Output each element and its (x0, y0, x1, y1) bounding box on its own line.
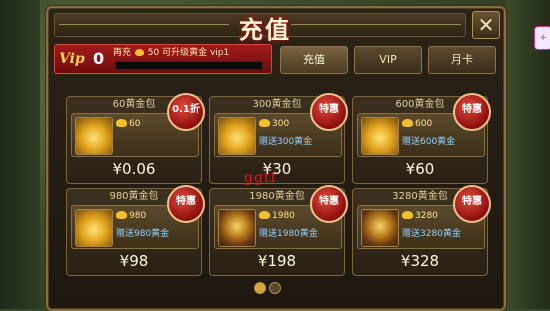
package-bonus: 赠送300黄金 (259, 137, 313, 147)
package-price: ¥98 (119, 252, 149, 270)
package-price: ¥328 (400, 252, 440, 270)
side-menu-badge[interactable]: + (534, 26, 550, 50)
package-amount: 600 (402, 118, 432, 130)
background-left-edge (0, 0, 40, 309)
package-price: ¥30 (262, 160, 292, 178)
package-amount: 60 (116, 118, 140, 130)
package-price: ¥0.06 (112, 160, 156, 178)
package-card-300[interactable]: 300黄金包 300 赠送300黄金 ¥30 特惠 (209, 93, 348, 184)
tab-monthly-card[interactable]: 月卡 (428, 46, 496, 74)
dialog-title: 充值 (239, 15, 291, 44)
gold-icon (134, 49, 144, 56)
vip-level: 0 (93, 49, 105, 68)
vip-info-suffix: 可升级黄金 vip1 (162, 48, 230, 58)
package-bonus: 赠送600黄金 (402, 137, 456, 147)
vip-upgrade-info: 再充 50 可升级黄金 vip1 (113, 47, 229, 59)
recharge-dialog: 充值 ✕ Vip 0 再充 50 可升级黄金 vip1 充值 VIP 月卡 60… (46, 6, 506, 311)
page-dot-2[interactable] (269, 282, 281, 294)
tab-vip[interactable]: VIP (354, 46, 422, 74)
tab-recharge[interactable]: 充值 (280, 46, 348, 74)
package-amount: 3280 (402, 210, 438, 222)
package-card-3280[interactable]: 3280黄金包 3280 赠送3280黄金 ¥328 特惠 (352, 185, 491, 276)
vip-badge: Vip (59, 51, 85, 67)
header-ornament-right (291, 24, 461, 25)
special-offer-ribbon: 特惠 (310, 93, 348, 131)
watermark-text: ggtf (244, 170, 277, 186)
package-amount: 1980 (259, 210, 295, 222)
gold-ingot-heap-icon (75, 209, 113, 247)
dialog-header: 充值 (54, 13, 466, 44)
package-price: ¥198 (257, 252, 297, 270)
package-bonus: 赠送1980黄金 (259, 229, 318, 239)
vip-status-panel: Vip 0 再充 50 可升级黄金 vip1 (54, 44, 272, 74)
package-amount: 300 (259, 118, 289, 130)
package-card-980[interactable]: 980黄金包 980 赠送980黄金 ¥98 特惠 (66, 185, 205, 276)
special-offer-ribbon: 特惠 (310, 185, 348, 223)
gold-ingot-pile-icon (218, 117, 256, 155)
gold-ingot-pile-icon (361, 117, 399, 155)
package-card-60[interactable]: 60黄金包 60 ¥0.06 0.1折 (66, 93, 205, 184)
package-amount: 980 (116, 210, 146, 222)
close-button[interactable]: ✕ (472, 11, 500, 39)
discount-ribbon: 0.1折 (167, 93, 205, 131)
vip-info-amount: 50 (147, 48, 160, 58)
treasure-chest-icon (361, 209, 399, 247)
special-offer-ribbon: 特惠 (453, 93, 491, 131)
treasure-bag-icon (218, 209, 256, 247)
vip-progress-bar (115, 61, 263, 70)
package-price: ¥60 (405, 160, 435, 178)
package-card-600[interactable]: 600黄金包 600 赠送600黄金 ¥60 特惠 (352, 93, 491, 184)
special-offer-ribbon: 特惠 (453, 185, 491, 223)
gold-ingot-small-icon (75, 117, 113, 155)
header-ornament-left (59, 24, 229, 25)
vip-info-prefix: 再充 (113, 48, 132, 58)
page-dot-1[interactable] (254, 282, 266, 294)
package-card-1980[interactable]: 1980黄金包 1980 赠送1980黄金 ¥198 特惠 (209, 185, 348, 276)
special-offer-ribbon: 特惠 (167, 185, 205, 223)
package-bonus: 赠送3280黄金 (402, 229, 461, 239)
package-bonus: 赠送980黄金 (116, 229, 170, 239)
